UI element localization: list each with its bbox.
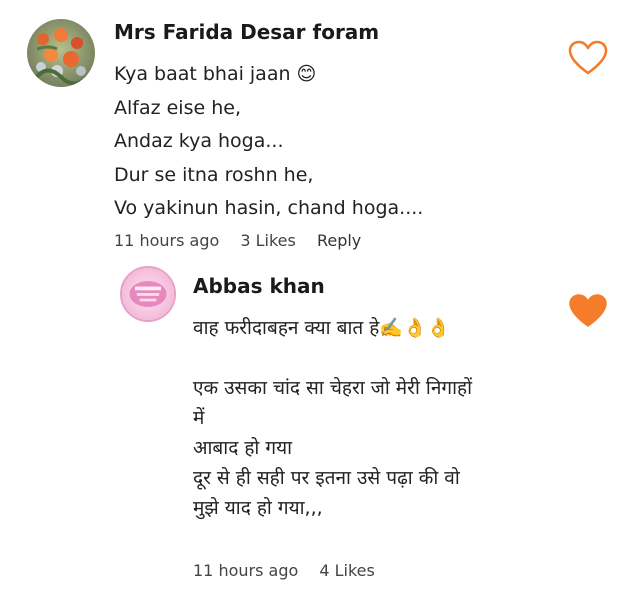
heart-filled-icon bbox=[569, 294, 607, 327]
reply-line: में bbox=[193, 407, 205, 429]
avatar-pink-badge-image bbox=[122, 268, 174, 320]
comment-line: Dur se itna roshn he, bbox=[114, 163, 314, 186]
comment-likes-count[interactable]: 3 Likes bbox=[240, 231, 296, 250]
comment-text: Kya baat bhai jaan 😊 Alfaz eise he, Anda… bbox=[114, 58, 423, 226]
reply-meta: 11 hours ago 4 Likes bbox=[193, 561, 391, 581]
comment-line: Alfaz eise he, bbox=[114, 96, 241, 119]
reply-line: मुझे याद हो गया,,, bbox=[193, 497, 323, 519]
reply-like-button[interactable] bbox=[568, 293, 608, 329]
reply-button[interactable]: Reply bbox=[317, 231, 361, 250]
avatar-flowers-image bbox=[27, 19, 95, 87]
reply-line: वाह फरीदाबहन क्या बात हे✍️👌👌 bbox=[193, 317, 451, 339]
reply-likes-count[interactable]: 4 Likes bbox=[319, 561, 375, 580]
reply-line: एक उसका चांद सा चेहरा जो मेरी निगाहों bbox=[193, 377, 472, 399]
comment-line: Vo yakinun hasin, chand hoga.... bbox=[114, 197, 424, 219]
comment-line: Andaz kya hoga... bbox=[114, 130, 284, 152]
reply-line: दूर से ही सही पर इतना उसे पढ़ा की वो bbox=[193, 467, 460, 489]
reply-text: वाह फरीदाबहन क्या बात हे✍️👌👌 एक उसका चां… bbox=[193, 313, 472, 523]
comment-line: Kya baat bhai jaan 😊 bbox=[114, 63, 317, 85]
heart-outline-icon bbox=[568, 40, 608, 75]
reply-author[interactable]: Abbas khan bbox=[193, 274, 325, 298]
reply-avatar[interactable] bbox=[120, 266, 176, 322]
comment-timestamp: 11 hours ago bbox=[114, 231, 220, 250]
avatar[interactable] bbox=[27, 19, 95, 87]
reply-blank-line bbox=[193, 343, 472, 373]
like-button[interactable] bbox=[568, 40, 608, 76]
reply-line: आबाद हो गया bbox=[193, 437, 293, 459]
comment-author[interactable]: Mrs Farida Desar foram bbox=[114, 20, 379, 44]
reply-timestamp: 11 hours ago bbox=[193, 561, 299, 580]
comment-meta: 11 hours ago 3 Likes Reply bbox=[114, 231, 377, 251]
